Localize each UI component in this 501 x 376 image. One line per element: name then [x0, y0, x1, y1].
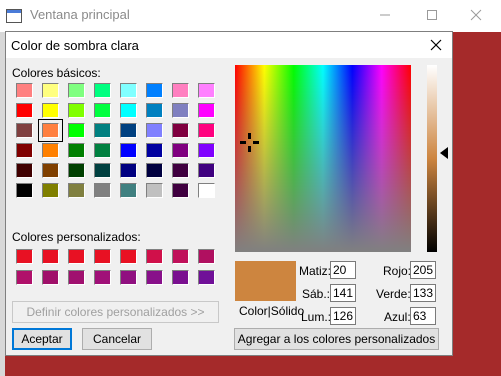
sat-label: Sáb.: — [302, 287, 331, 301]
basic-color-swatch[interactable] — [172, 123, 189, 138]
basic-color-swatch[interactable] — [198, 163, 215, 178]
basic-color-swatch[interactable] — [68, 143, 85, 158]
custom-color-swatch[interactable] — [42, 249, 59, 264]
basic-color-swatch[interactable] — [198, 123, 215, 138]
blue-input[interactable]: 63 — [410, 307, 436, 325]
basic-color-swatch[interactable] — [42, 103, 59, 118]
basic-color-swatch[interactable] — [94, 83, 111, 98]
blue-label: Azul: — [384, 310, 411, 324]
color-dialog: Color de sombra clara Colores básicos: C… — [5, 31, 453, 356]
green-input[interactable]: 133 — [410, 284, 436, 302]
basic-color-swatch[interactable] — [120, 163, 137, 178]
custom-color-swatch[interactable] — [172, 249, 189, 264]
basic-color-swatch[interactable] — [94, 183, 111, 198]
basic-color-swatch[interactable] — [120, 103, 137, 118]
basic-color-swatch[interactable] — [16, 123, 33, 138]
custom-color-swatch[interactable] — [16, 249, 33, 264]
maximize-icon[interactable] — [417, 4, 447, 26]
basic-color-swatch[interactable] — [120, 83, 137, 98]
basic-color-swatch[interactable] — [68, 103, 85, 118]
custom-color-swatch[interactable] — [146, 270, 163, 285]
main-window-title: Ventana principal — [30, 7, 130, 22]
basic-color-swatch[interactable] — [16, 143, 33, 158]
basic-color-swatch[interactable] — [172, 143, 189, 158]
dialog-title: Color de sombra clara — [11, 38, 139, 53]
basic-color-swatch[interactable] — [16, 103, 33, 118]
basic-color-swatch[interactable] — [94, 163, 111, 178]
custom-color-swatch[interactable] — [198, 270, 215, 285]
basic-color-swatch[interactable] — [146, 183, 163, 198]
color-solid-preview — [235, 261, 296, 301]
basic-colors-label: Colores básicos: — [12, 66, 101, 80]
basic-color-swatch[interactable] — [42, 163, 59, 178]
add-custom-color-button[interactable]: Agregar a los colores personalizados — [234, 328, 439, 350]
custom-color-swatch[interactable] — [120, 249, 137, 264]
hue-input[interactable]: 20 — [330, 261, 356, 279]
custom-color-swatch[interactable] — [94, 270, 111, 285]
app-icon — [6, 9, 22, 23]
color-spectrum[interactable] — [235, 65, 411, 252]
custom-color-swatch[interactable] — [68, 270, 85, 285]
selected-swatch-outline — [38, 119, 63, 142]
lum-input[interactable]: 126 — [330, 307, 356, 325]
basic-color-swatch[interactable] — [16, 183, 33, 198]
basic-color-swatch[interactable] — [146, 103, 163, 118]
dialog-close-icon[interactable] — [426, 35, 446, 55]
green-label: Verde: — [376, 287, 411, 301]
hue-label: Matiz: — [299, 264, 332, 278]
main-window-titlebar: Ventana principal — [0, 0, 501, 32]
dialog-titlebar: Color de sombra clara — [6, 32, 452, 58]
crosshair-icon — [240, 133, 259, 152]
basic-color-swatch[interactable] — [94, 143, 111, 158]
red-input[interactable]: 205 — [410, 261, 436, 279]
custom-color-swatch[interactable] — [68, 249, 85, 264]
close-icon[interactable] — [461, 4, 491, 26]
basic-color-swatch[interactable] — [16, 83, 33, 98]
basic-color-swatch[interactable] — [120, 123, 137, 138]
custom-color-swatch[interactable] — [16, 270, 33, 285]
custom-colors-label: Colores personalizados: — [12, 230, 141, 244]
basic-color-swatch[interactable] — [172, 183, 189, 198]
basic-color-swatch[interactable] — [16, 163, 33, 178]
basic-color-swatch[interactable] — [146, 143, 163, 158]
basic-color-swatch[interactable] — [172, 103, 189, 118]
basic-color-swatch[interactable] — [146, 123, 163, 138]
basic-color-swatch[interactable] — [198, 103, 215, 118]
basic-color-swatch[interactable] — [172, 163, 189, 178]
cancel-button[interactable]: Cancelar — [82, 328, 152, 350]
basic-color-swatch[interactable] — [68, 163, 85, 178]
basic-color-swatch[interactable] — [42, 183, 59, 198]
basic-color-swatch[interactable] — [146, 163, 163, 178]
luminosity-slider[interactable] — [427, 65, 437, 252]
custom-color-swatch[interactable] — [172, 270, 189, 285]
basic-color-swatch[interactable] — [94, 103, 111, 118]
basic-color-swatch[interactable] — [68, 183, 85, 198]
basic-color-swatch[interactable] — [120, 183, 137, 198]
basic-color-swatch[interactable] — [120, 143, 137, 158]
basic-color-swatch[interactable] — [68, 123, 85, 138]
basic-color-swatch[interactable] — [198, 183, 215, 198]
red-label: Rojo: — [383, 264, 412, 278]
custom-color-swatch[interactable] — [198, 249, 215, 264]
custom-color-swatch[interactable] — [146, 249, 163, 264]
basic-color-swatch[interactable] — [42, 83, 59, 98]
luminosity-arrow-icon[interactable] — [440, 147, 448, 159]
basic-color-swatch[interactable] — [198, 143, 215, 158]
basic-color-swatch[interactable] — [68, 83, 85, 98]
basic-color-swatch[interactable] — [198, 83, 215, 98]
minimize-icon[interactable] — [370, 4, 400, 26]
custom-color-swatch[interactable] — [94, 249, 111, 264]
define-custom-colors-button[interactable]: Definir colores personalizados >> — [12, 301, 219, 323]
basic-color-swatch[interactable] — [172, 83, 189, 98]
basic-color-swatch[interactable] — [94, 123, 111, 138]
basic-color-swatch[interactable] — [146, 83, 163, 98]
color-solid-label: Color|Sólido — [239, 304, 305, 318]
custom-color-swatch[interactable] — [42, 270, 59, 285]
basic-color-swatch[interactable] — [42, 143, 59, 158]
accept-button[interactable]: Aceptar — [12, 328, 72, 350]
lum-label: Lum.: — [301, 310, 332, 324]
sat-input[interactable]: 141 — [330, 284, 356, 302]
custom-color-swatch[interactable] — [120, 270, 137, 285]
